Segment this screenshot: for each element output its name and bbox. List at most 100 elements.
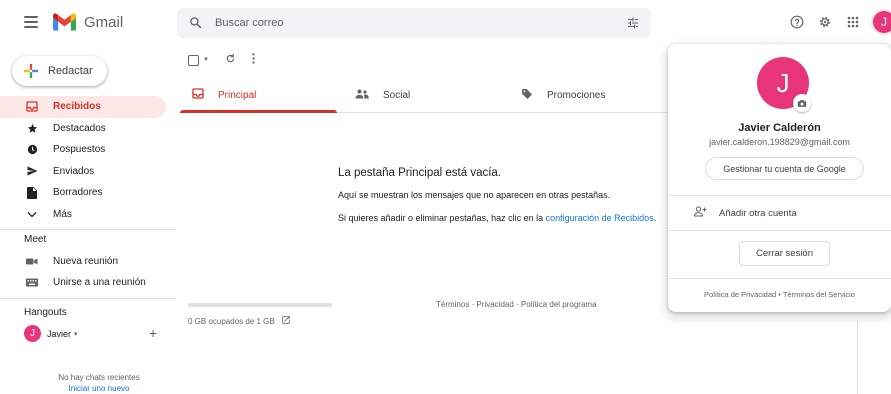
settings-gear-icon[interactable] [818, 15, 832, 29]
account-email: javier.calderon.198829@gmail.com [709, 137, 850, 147]
empty-hint-text: Si quieres añadir o eliminar pestañas, h… [338, 213, 546, 223]
search-icon[interactable] [189, 16, 202, 32]
sidebar-item-sent[interactable]: Enviados [0, 161, 166, 183]
sidebar-item-more[interactable]: Más [0, 204, 166, 226]
tab-label: Social [383, 89, 411, 101]
tab-label: Promociones [547, 89, 606, 101]
main-menu-icon[interactable] [24, 16, 38, 28]
sidebar-item-inbox[interactable]: Recibidos [0, 96, 166, 118]
add-account-label: Añadir otra cuenta [719, 207, 797, 219]
mail-toolbar: ▼ [188, 53, 255, 67]
sidebar-divider [0, 298, 176, 299]
start-new-chat-link[interactable]: Iniciar uno nuevo [34, 383, 164, 394]
popup-divider [668, 195, 891, 196]
terms-link[interactable]: Términos [436, 300, 469, 309]
apps-grid-icon[interactable] [846, 15, 860, 29]
sidebar-divider [0, 229, 176, 230]
empty-state-description: Aquí se muestran los mensajes que no apa… [338, 190, 611, 200]
sidebar-item-label: Destacados [53, 122, 106, 134]
people-icon [355, 89, 369, 102]
top-bar: Gmail J [0, 0, 891, 46]
tab-promotions[interactable]: Promociones [521, 78, 605, 112]
footer-links: Términos · Privacidad · Política del pro… [436, 300, 597, 309]
empty-hint-suffix: . [653, 213, 657, 223]
no-chats-text: No hay chats recientes [58, 373, 140, 382]
popup-footer: Política de Privacidad • Términos del Se… [668, 290, 891, 299]
help-icon[interactable] [790, 15, 804, 29]
sidebar-item-label: Borradores [53, 187, 103, 199]
new-chat-plus-icon[interactable]: + [149, 326, 157, 340]
category-tabs: Principal Social Promociones [180, 78, 675, 113]
app-name: Gmail [84, 13, 124, 31]
keyboard-icon [26, 276, 38, 288]
privacy-policy-link[interactable]: Política de Privacidad [704, 290, 776, 299]
hangouts-user-name: Javier [47, 328, 72, 339]
star-icon [26, 122, 38, 134]
sidebar-nav: Recibidos Destacados Pospuestos Enviados… [0, 96, 166, 225]
program-policy-link[interactable]: Política del programa [521, 300, 597, 309]
select-caret-icon[interactable]: ▼ [203, 57, 209, 63]
new-meeting-label: Nueva reunión [53, 255, 119, 267]
sidebar-item-snoozed[interactable]: Pospuestos [0, 139, 166, 161]
search-options-icon[interactable] [627, 17, 639, 32]
plus-icon [24, 64, 38, 78]
add-account-button[interactable]: Añadir otra cuenta [693, 206, 797, 220]
side-panel-divider [857, 320, 858, 394]
sidebar-item-label: Recibidos [53, 101, 101, 113]
hangouts-user-switcher[interactable]: J Javier ▾ [24, 325, 78, 342]
tab-label: Principal [218, 89, 257, 101]
inbox-icon [192, 88, 204, 102]
popup-divider [668, 278, 891, 279]
storage-bar [188, 303, 332, 307]
footer-bullet: • [776, 290, 783, 299]
compose-label: Redactar [48, 65, 93, 77]
search-input[interactable] [215, 8, 595, 38]
empty-state-title: La pestaña Principal está vacía. [338, 167, 502, 179]
join-meeting-label: Unirse a una reunión [53, 276, 146, 288]
search-bar[interactable] [177, 8, 651, 38]
inbox-icon [26, 101, 38, 113]
footer-separator: · [513, 300, 521, 309]
gmail-m-icon [53, 13, 76, 31]
join-meeting-button[interactable]: Unirse a una reunión [26, 276, 146, 288]
draft-icon [26, 186, 38, 199]
tab-primary[interactable]: Principal [192, 78, 256, 112]
add-person-icon [693, 206, 707, 220]
sidebar-item-label: Enviados [53, 165, 95, 177]
refresh-icon[interactable] [225, 53, 236, 67]
sidebar-item-label: Más [53, 208, 72, 220]
avatar: J [24, 325, 41, 342]
tab-social[interactable]: Social [355, 78, 410, 112]
tag-icon [521, 88, 533, 103]
camera-icon[interactable] [793, 94, 811, 112]
privacy-link[interactable]: Privacidad [476, 300, 513, 309]
more-options-icon[interactable] [252, 53, 255, 67]
account-avatar[interactable]: J [873, 11, 891, 33]
storage-info: 0 GB ocupados de 1 GB [188, 315, 291, 327]
no-chats-message: No hay chats recientes Iniciar uno nuevo [34, 372, 164, 394]
sidebar-item-label: Pospuestos [53, 144, 106, 156]
active-tab-indicator [180, 110, 337, 113]
gmail-logo[interactable]: Gmail [53, 13, 123, 31]
account-name: Javier Calderón [738, 122, 821, 134]
storage-text: 0 GB ocupados de 1 GB [188, 316, 275, 326]
inbox-settings-link[interactable]: configuración de Recibidos [546, 213, 654, 223]
compose-button[interactable]: Redactar [12, 56, 107, 86]
clock-icon [26, 144, 38, 156]
sidebar-item-starred[interactable]: Destacados [0, 118, 166, 140]
new-meeting-button[interactable]: Nueva reunión [26, 255, 118, 267]
caret-down-icon: ▾ [74, 330, 78, 338]
sign-out-button[interactable]: Cerrar sesión [739, 241, 830, 266]
meet-section-title: Meet [24, 234, 47, 245]
sidebar-item-drafts[interactable]: Borradores [0, 182, 166, 204]
manage-account-button[interactable]: Gestionar tu cuenta de Google [705, 157, 864, 180]
empty-state-hint: Si quieres añadir o eliminar pestañas, h… [338, 213, 656, 223]
select-all-checkbox[interactable] [188, 54, 199, 66]
hangouts-section-title: Hangouts [24, 307, 67, 318]
open-external-icon[interactable] [281, 315, 291, 327]
video-camera-icon [26, 255, 38, 267]
chevron-down-icon [26, 208, 38, 220]
terms-of-service-link[interactable]: Términos del Servicio [783, 290, 855, 299]
account-popup: J Javier Calderón javier.calderon.198829… [668, 44, 891, 312]
send-icon [26, 165, 38, 177]
